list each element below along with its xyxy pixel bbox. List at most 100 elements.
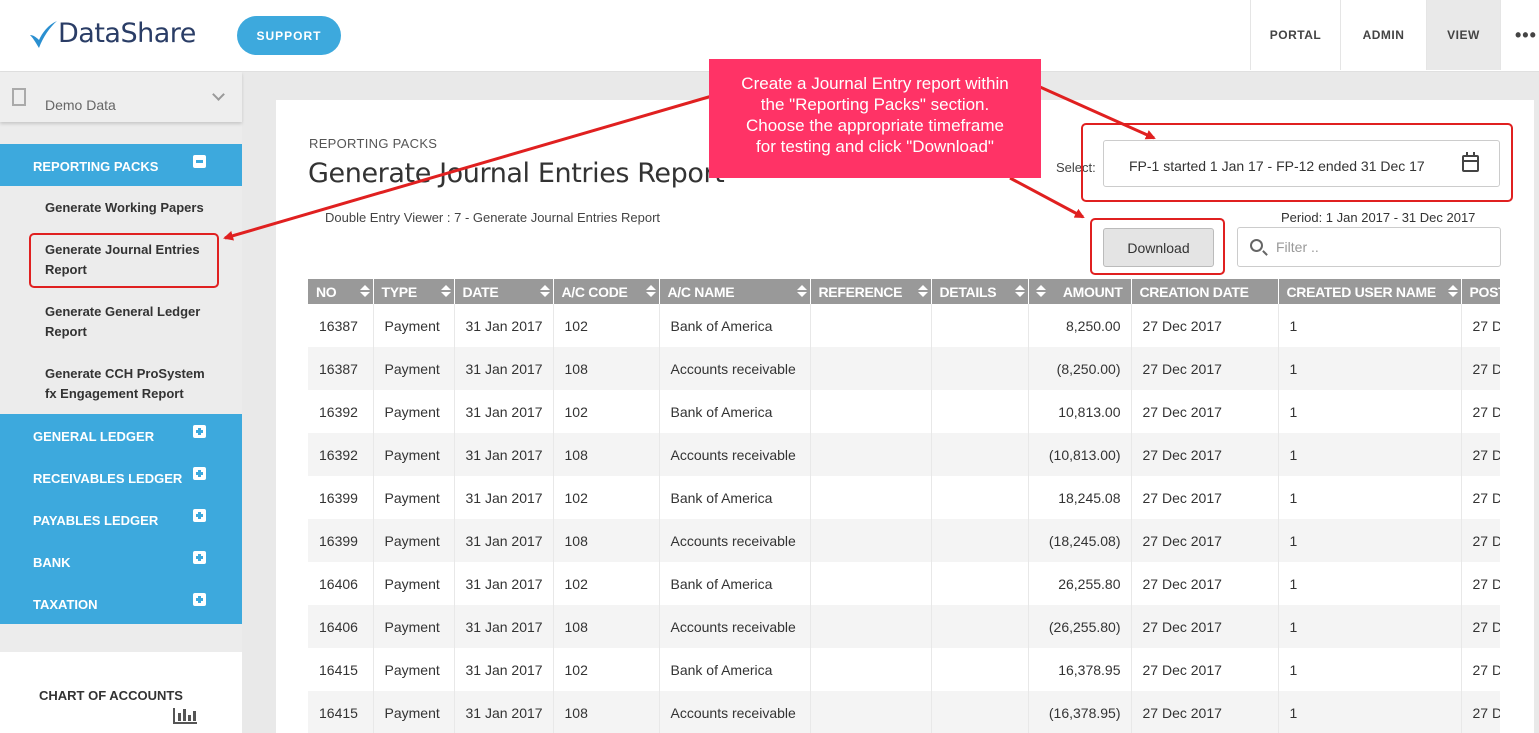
table-row[interactable]: 16387 Payment 31 Jan 2017 102 Bank of Americ…: [308, 304, 1500, 347]
table-cell: 27 De: [1461, 648, 1500, 691]
table-cell: 18,245.08: [1028, 476, 1132, 519]
table-cell: 108: [553, 433, 660, 476]
sidebar-section-label: BANK: [33, 555, 71, 570]
breadcrumb: REPORTING PACKS: [309, 136, 438, 151]
table-cell: 16406: [308, 562, 374, 605]
table-cell: 27 De: [1461, 390, 1500, 433]
sidebar-section-label: RECEIVABLES LEDGER: [33, 471, 183, 486]
table-cell: Accounts receivable: [659, 347, 811, 390]
table-cell: Bank of America: [659, 390, 811, 433]
journal-entries-table-container[interactable]: NO TYPE DATE A/C CODE A/C NAME REFERENCE…: [308, 279, 1500, 733]
nav-view[interactable]: VIEW: [1426, 0, 1500, 70]
expand-icon[interactable]: [193, 467, 206, 480]
collapse-icon[interactable]: [193, 155, 206, 168]
column-header-date[interactable]: DATE: [454, 279, 554, 304]
column-header-reference[interactable]: REFERENCE: [810, 279, 932, 304]
table-cell: 27 De: [1461, 519, 1500, 562]
column-header-creation-date[interactable]: CREATION DATE: [1131, 279, 1279, 304]
table-cell: 31 Jan 2017: [454, 562, 554, 605]
sidebar-section-label: REPORTING PACKS: [33, 159, 159, 174]
table-cell: 26,255.80: [1028, 562, 1132, 605]
table-row[interactable]: 16415 Payment 31 Jan 2017 102 Bank of Americ…: [308, 648, 1500, 691]
table-cell: Payment: [373, 562, 455, 605]
table-cell: Payment: [373, 433, 455, 476]
table-cell: [810, 691, 932, 733]
sidebar-section-general-ledger[interactable]: GENERAL LEDGER: [0, 414, 242, 456]
sidebar-section-bank[interactable]: BANK: [0, 540, 242, 582]
org-selector[interactable]: Demo Data: [0, 72, 242, 122]
table-header-row: NO TYPE DATE A/C CODE A/C NAME REFERENCE…: [308, 279, 1500, 304]
callout-line: the "Reporting Packs" section.: [760, 95, 990, 114]
table-row[interactable]: 16392 Payment 31 Jan 2017 108 Accounts recei…: [308, 433, 1500, 476]
table-row[interactable]: 16399 Payment 31 Jan 2017 108 Accounts recei…: [308, 519, 1500, 562]
table-cell: 27 Dec 2017: [1131, 304, 1279, 347]
sidebar-item-general-ledger-report[interactable]: Generate General Ledger Report: [45, 302, 215, 342]
column-header-ac-code[interactable]: A/C CODE: [553, 279, 660, 304]
column-header-created-user-name[interactable]: CREATED USER NAME: [1278, 279, 1462, 304]
search-icon: [1250, 239, 1263, 252]
column-header-amount[interactable]: AMOUNT: [1028, 279, 1132, 304]
column-header-type[interactable]: TYPE: [373, 279, 455, 304]
chart-of-accounts-panel[interactable]: CHART OF ACCOUNTS: [0, 652, 242, 733]
sidebar-section-receivables-ledger[interactable]: RECEIVABLES LEDGER: [0, 456, 242, 498]
table-cell: 1: [1278, 562, 1462, 605]
table-row[interactable]: 16415 Payment 31 Jan 2017 108 Accounts recei…: [308, 691, 1500, 733]
filter-input[interactable]: Filter ..: [1237, 227, 1501, 267]
table-cell: Bank of America: [659, 562, 811, 605]
expand-icon[interactable]: [193, 509, 206, 522]
table-cell: [931, 691, 1029, 733]
table-row[interactable]: 16406 Payment 31 Jan 2017 108 Accounts recei…: [308, 605, 1500, 648]
checkmark-logo-icon: [30, 20, 57, 48]
expand-icon[interactable]: [193, 551, 206, 564]
table-cell: 27 Dec 2017: [1131, 691, 1279, 733]
column-header-no[interactable]: NO: [308, 279, 374, 304]
support-button[interactable]: SUPPORT: [237, 16, 341, 55]
sidebar-section-payables-ledger[interactable]: PAYABLES LEDGER: [0, 498, 242, 540]
table-cell: [810, 562, 932, 605]
table-cell: 27 De: [1461, 562, 1500, 605]
table-cell: (26,255.80): [1028, 605, 1132, 648]
table-cell: 16399: [308, 476, 374, 519]
table-cell: [931, 648, 1029, 691]
column-header-ac-name[interactable]: A/C NAME: [659, 279, 811, 304]
table-cell: [810, 433, 932, 476]
expand-icon[interactable]: [193, 425, 206, 438]
table-cell: 16415: [308, 648, 374, 691]
expand-icon[interactable]: [193, 593, 206, 606]
table-cell: 27 De: [1461, 433, 1500, 476]
table-cell: 16387: [308, 304, 374, 347]
column-header-post[interactable]: POST: [1461, 279, 1500, 304]
table-cell: 108: [553, 519, 660, 562]
column-header-details[interactable]: DETAILS: [931, 279, 1029, 304]
sidebar-item-working-papers[interactable]: Generate Working Papers: [45, 198, 225, 218]
table-cell: 31 Jan 2017: [454, 347, 554, 390]
sidebar-section-label: PAYABLES LEDGER: [33, 513, 159, 528]
table-cell: 31 Jan 2017: [454, 605, 554, 648]
table-cell: 102: [553, 304, 660, 347]
table-row[interactable]: 16399 Payment 31 Jan 2017 102 Bank of Americ…: [308, 476, 1500, 519]
sidebar-section-reporting-packs[interactable]: REPORTING PACKS: [0, 144, 242, 186]
table-cell: Bank of America: [659, 648, 811, 691]
table-cell: Bank of America: [659, 304, 811, 347]
page-title: Generate Journal Entries Report: [308, 158, 725, 189]
more-menu-icon[interactable]: •••: [1500, 0, 1539, 70]
sidebar-item-cch-prosystem[interactable]: Generate CCH ProSystem fx Engagement Rep…: [45, 364, 215, 404]
sidebar-section-taxation[interactable]: TAXATION: [0, 582, 242, 624]
nav-portal[interactable]: PORTAL: [1250, 0, 1340, 70]
datashare-logo[interactable]: DataShare: [28, 18, 196, 49]
table-row[interactable]: 16387 Payment 31 Jan 2017 108 Accounts recei…: [308, 347, 1500, 390]
table-row[interactable]: 16392 Payment 31 Jan 2017 102 Bank of Americ…: [308, 390, 1500, 433]
table-cell: 31 Jan 2017: [454, 519, 554, 562]
table-row[interactable]: 16406 Payment 31 Jan 2017 102 Bank of Americ…: [308, 562, 1500, 605]
chevron-down-icon[interactable]: [212, 88, 225, 101]
table-cell: Accounts receivable: [659, 519, 811, 562]
nav-admin[interactable]: ADMIN: [1340, 0, 1426, 70]
callout-line: Create a Journal Entry report within: [741, 74, 1009, 93]
table-cell: 27 Dec 2017: [1131, 347, 1279, 390]
table-cell: [931, 304, 1029, 347]
bar-chart-icon[interactable]: [173, 708, 197, 724]
table-cell: 31 Jan 2017: [454, 648, 554, 691]
journal-entries-table: NO TYPE DATE A/C CODE A/C NAME REFERENCE…: [308, 279, 1500, 733]
table-cell: 1: [1278, 390, 1462, 433]
table-cell: 31 Jan 2017: [454, 476, 554, 519]
